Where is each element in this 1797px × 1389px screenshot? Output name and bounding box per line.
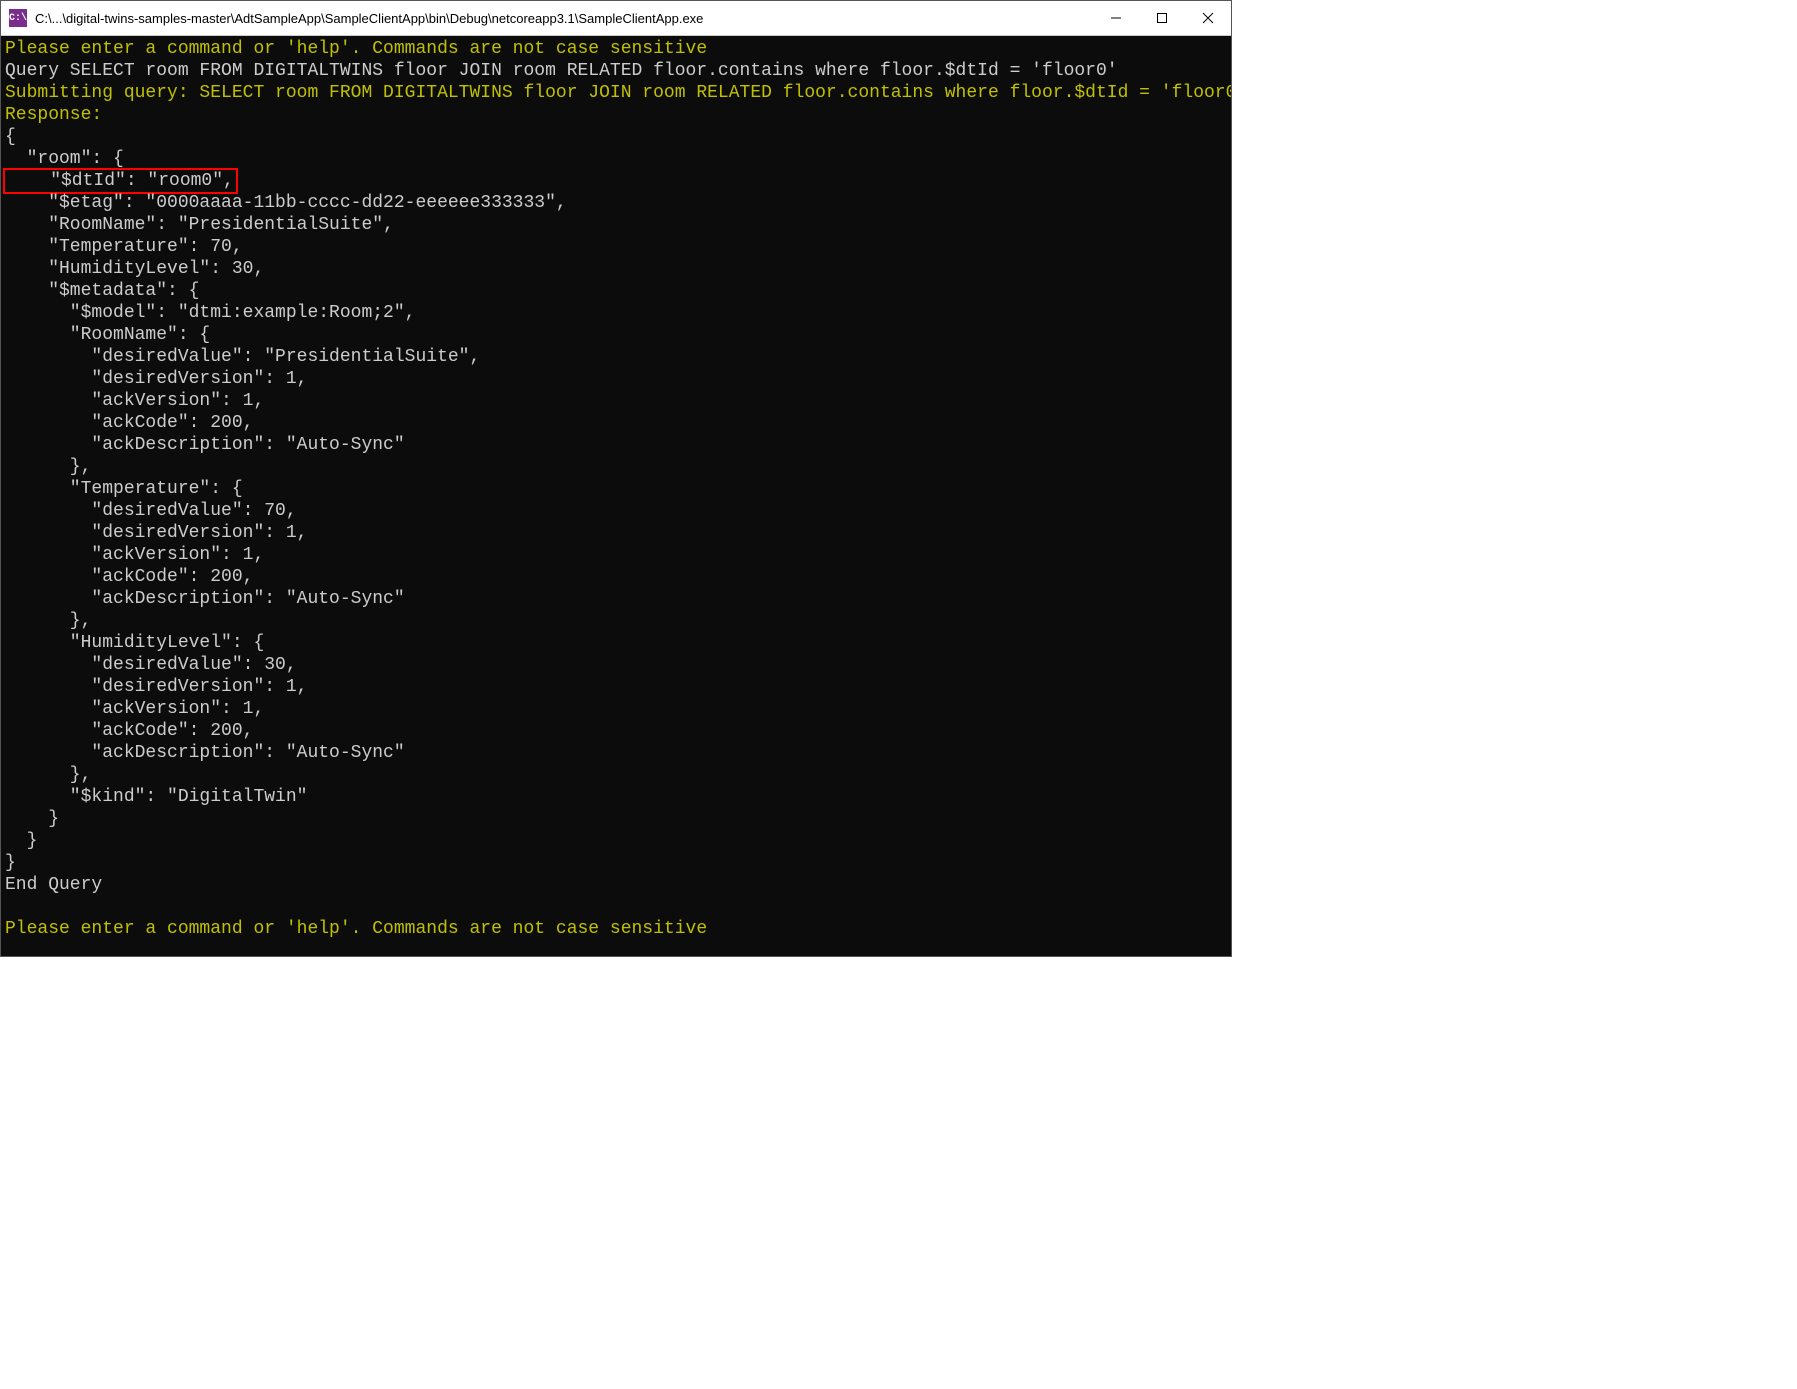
json-line: "ackCode": 200, bbox=[5, 721, 253, 741]
json-line: "$model": "dtmi:example:Room;2", bbox=[5, 303, 415, 323]
json-line: } bbox=[5, 809, 59, 829]
json-line: "ackCode": 200, bbox=[5, 567, 253, 587]
minimize-icon bbox=[1110, 12, 1122, 24]
json-line: }, bbox=[5, 457, 91, 477]
json-line: "ackVersion": 1, bbox=[5, 391, 264, 411]
prompt-line: Please enter a command or 'help'. Comman… bbox=[5, 919, 707, 939]
window-title: C:\...\digital-twins-samples-master\AdtS… bbox=[35, 11, 1093, 26]
json-line: { bbox=[5, 127, 16, 147]
submitting-line: Submitting query: SELECT room FROM DIGIT… bbox=[5, 83, 1231, 103]
json-line: "ackDescription": "Auto-Sync" bbox=[5, 743, 405, 763]
json-line: "$metadata": { bbox=[5, 281, 199, 301]
json-line: "desiredValue": "PresidentialSuite", bbox=[5, 347, 480, 367]
json-line: "RoomName": "PresidentialSuite", bbox=[5, 215, 394, 235]
json-line: "$kind": "DigitalTwin" bbox=[5, 787, 307, 807]
maximize-icon bbox=[1156, 12, 1168, 24]
title-bar[interactable]: C:\ C:\...\digital-twins-samples-master\… bbox=[1, 1, 1231, 36]
json-line: } bbox=[5, 853, 16, 873]
json-line: "room": { bbox=[5, 149, 124, 169]
json-line: }, bbox=[5, 765, 91, 785]
app-window: C:\ C:\...\digital-twins-samples-master\… bbox=[0, 0, 1232, 957]
minimize-button[interactable] bbox=[1093, 1, 1139, 35]
json-line: "HumidityLevel": 30, bbox=[5, 259, 264, 279]
app-icon: C:\ bbox=[9, 9, 27, 27]
json-line: "ackDescription": "Auto-Sync" bbox=[5, 589, 405, 609]
json-line: "desiredVersion": 1, bbox=[5, 369, 307, 389]
json-line: "desiredValue": 70, bbox=[5, 501, 297, 521]
json-line: "RoomName": { bbox=[5, 325, 210, 345]
json-line: "$etag": "0000aaaa-11bb-cccc-dd22-eeeeee… bbox=[5, 193, 567, 213]
json-line: "ackVersion": 1, bbox=[5, 545, 264, 565]
json-line: "ackVersion": 1, bbox=[5, 699, 264, 719]
close-button[interactable] bbox=[1185, 1, 1231, 35]
json-line: "desiredValue": 30, bbox=[5, 655, 297, 675]
json-line: "desiredVersion": 1, bbox=[5, 523, 307, 543]
json-line: "ackDescription": "Auto-Sync" bbox=[5, 435, 405, 455]
json-line: "HumidityLevel": { bbox=[5, 633, 264, 653]
json-line: "Temperature": 70, bbox=[5, 237, 243, 257]
prompt-line: Please enter a command or 'help'. Comman… bbox=[5, 39, 707, 59]
json-line: }, bbox=[5, 611, 91, 631]
end-query-line: End Query bbox=[5, 875, 102, 895]
query-input-line: Query SELECT room FROM DIGITALTWINS floo… bbox=[5, 61, 1118, 81]
highlighted-dtid-line: "$dtId": "room0", bbox=[3, 168, 238, 194]
json-line: "Temperature": { bbox=[5, 479, 243, 499]
json-line: "ackCode": 200, bbox=[5, 413, 253, 433]
response-label: Response: bbox=[5, 105, 102, 125]
json-line: } bbox=[5, 831, 37, 851]
close-icon bbox=[1202, 12, 1214, 24]
terminal-output[interactable]: Please enter a command or 'help'. Comman… bbox=[1, 36, 1231, 956]
window-controls bbox=[1093, 1, 1231, 35]
maximize-button[interactable] bbox=[1139, 1, 1185, 35]
json-line: "desiredVersion": 1, bbox=[5, 677, 307, 697]
